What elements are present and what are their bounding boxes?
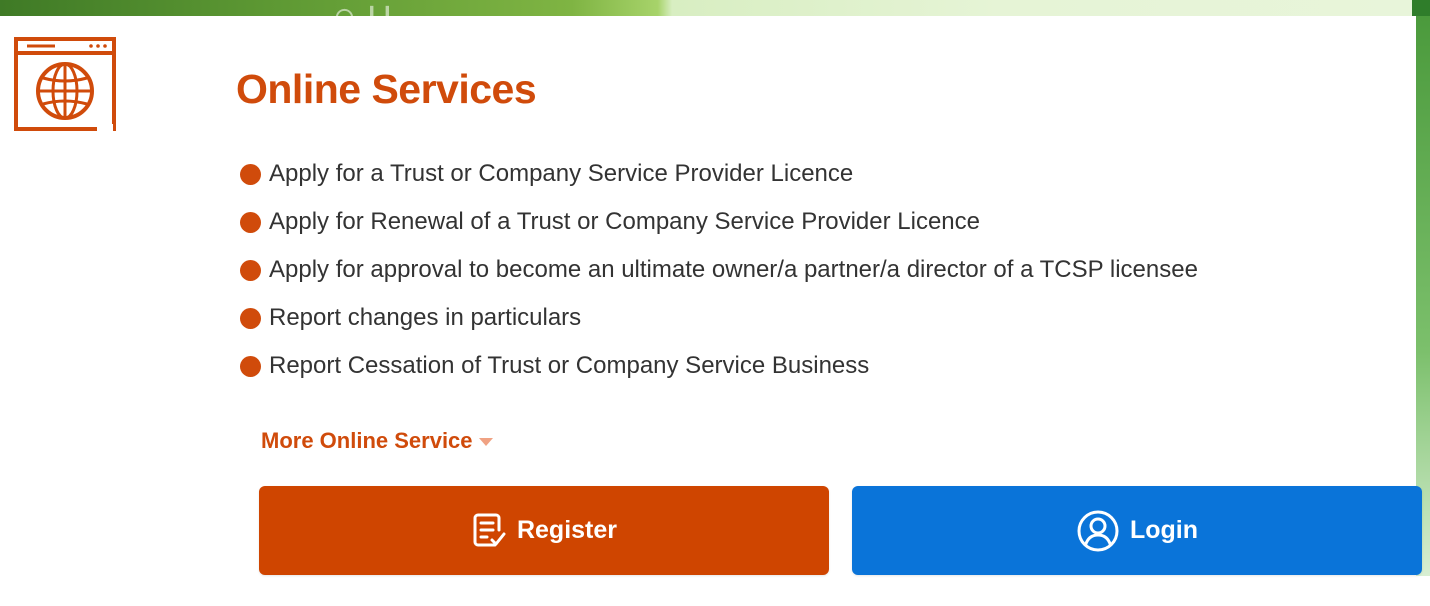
register-form-icon [473,513,506,546]
service-label: Apply for approval to become an ultimate… [269,256,1198,283]
bullet-icon [240,163,261,185]
banner-edge [1412,0,1430,16]
service-item-report-cessation[interactable]: Report Cessation of Trust or Company Ser… [240,342,1198,390]
banner-decoration: ∩∪ [330,0,400,16]
service-label: Report Cessation of Trust or Company Ser… [269,352,870,379]
caret-down-icon [478,438,493,446]
bullet-icon [240,211,261,233]
bullet-icon [240,355,261,377]
service-list: Apply for a Trust or Company Service Pro… [240,150,1198,390]
service-item-renew-licence[interactable]: Apply for Renewal of a Trust or Company … [240,198,1198,246]
service-item-approval-owner[interactable]: Apply for approval to become an ultimate… [240,246,1198,294]
register-button[interactable]: Register [259,486,829,575]
user-circle-icon [1077,510,1119,551]
service-item-apply-licence[interactable]: Apply for a Trust or Company Service Pro… [240,150,1198,198]
register-label: Register [516,516,618,544]
service-item-report-changes[interactable]: Report changes in particulars [240,294,1198,342]
page: ∩∪ Online Services Apply for a Trust or … [0,0,1430,606]
service-label: Report changes in particulars [269,304,582,331]
more-online-service-link[interactable]: More Online Service [261,428,493,454]
bullet-icon [240,307,261,329]
header-banner: ∩∪ [0,0,1430,16]
more-online-service-label: More Online Service [261,428,473,453]
section-title: Online Services [236,66,537,112]
service-label: Apply for a Trust or Company Service Pro… [269,160,854,187]
service-label: Apply for Renewal of a Trust or Company … [269,208,980,235]
login-button[interactable]: Login [852,486,1422,575]
bullet-icon [240,259,261,281]
login-label: Login [1129,516,1199,544]
globe-browser-icon [14,37,116,132]
